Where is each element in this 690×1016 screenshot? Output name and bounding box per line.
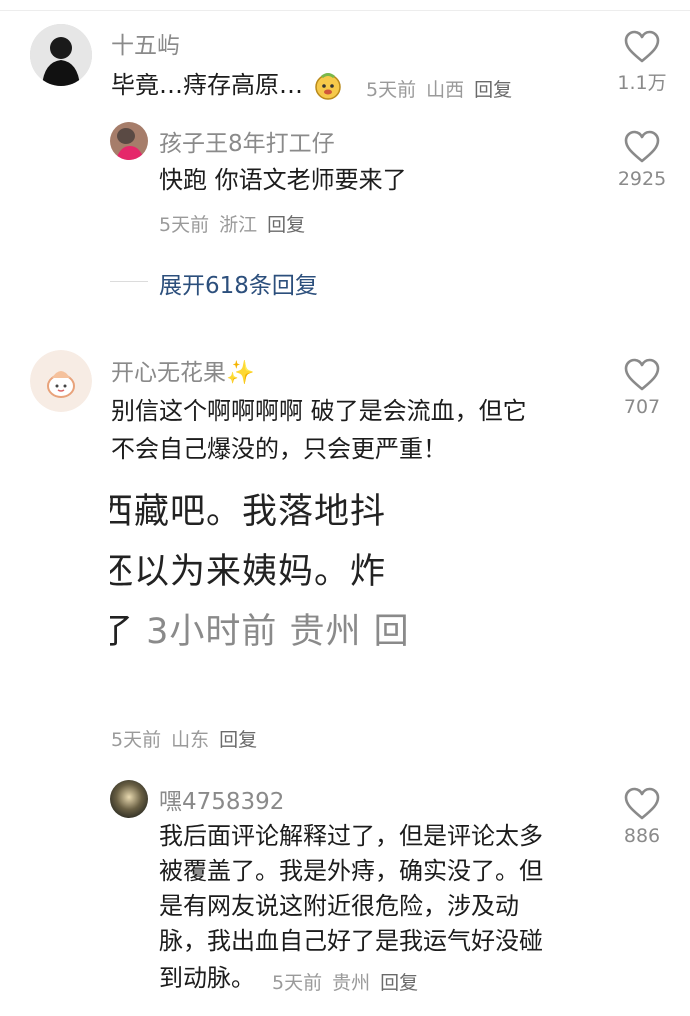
like-count: 707 bbox=[623, 396, 661, 418]
comment-text-line: 是有网友说这附近很危险，涉及动 bbox=[159, 892, 519, 920]
reply-button[interactable]: 回复 bbox=[380, 972, 418, 994]
heart-icon bbox=[624, 358, 660, 391]
comment-text: 毕竟…痔存高原… bbox=[111, 71, 303, 99]
heart-icon bbox=[624, 130, 660, 163]
comment-meta: 5天前 贵州 回复 bbox=[272, 968, 428, 995]
comment-image[interactable]: 西藏吧。我落地抖 还以为来姨妈。炸 了 3小时前 贵州 回 bbox=[110, 480, 416, 660]
image-meta-text: 3小时前 贵州 回 bbox=[146, 612, 410, 652]
comment-username[interactable]: 开心无花果✨ bbox=[111, 353, 255, 387]
avatar[interactable] bbox=[110, 122, 148, 160]
comment-username[interactable]: 孩子王8年打工仔 bbox=[159, 124, 335, 158]
comment-text-line: 到动脉。 bbox=[159, 964, 255, 992]
like-button[interactable]: 886 bbox=[607, 787, 677, 847]
comment-username[interactable]: 十五屿 bbox=[111, 26, 180, 60]
comment-time: 5天前 bbox=[159, 214, 210, 236]
top-divider bbox=[0, 0, 690, 11]
avatar[interactable] bbox=[30, 350, 92, 412]
like-count: 2925 bbox=[617, 168, 667, 190]
reply-button[interactable]: 回复 bbox=[267, 214, 305, 236]
comment-location: 山西 bbox=[426, 79, 465, 101]
like-count: 886 bbox=[623, 825, 661, 847]
like-count: 1.1万 bbox=[617, 72, 667, 94]
avatar[interactable] bbox=[110, 780, 148, 818]
image-text-line: 了 3小时前 贵州 回 bbox=[110, 612, 410, 652]
comment-time: 5天前 bbox=[366, 79, 417, 101]
comment-meta: 5天前 浙江 回复 bbox=[159, 210, 315, 237]
like-button[interactable]: 2925 bbox=[607, 130, 677, 190]
like-button[interactable]: 1.1万 bbox=[607, 30, 677, 95]
reply-button[interactable]: 回复 bbox=[219, 729, 257, 751]
heart-icon bbox=[624, 787, 660, 820]
face-emoji-icon bbox=[313, 71, 343, 101]
comment-meta: 5天前 山西 回复 bbox=[366, 75, 522, 102]
comment-username[interactable]: 嘿4758392 bbox=[159, 782, 284, 816]
image-text-line: 西藏吧。我落地抖 bbox=[110, 492, 387, 532]
comment-time: 5天前 bbox=[272, 972, 323, 994]
reply-button[interactable]: 回复 bbox=[474, 79, 512, 101]
expand-divider bbox=[110, 281, 148, 282]
comment-text-line: 不会自己爆没的，只会更严重！ bbox=[111, 435, 447, 463]
comment-text-line: 别信这个啊啊啊啊 破了是会流血，但它 bbox=[111, 397, 527, 425]
comment-location: 浙江 bbox=[219, 214, 258, 236]
comment-text-row: 毕竟…痔存高原… bbox=[111, 69, 343, 101]
comment-time: 5天前 bbox=[111, 729, 162, 751]
expand-replies-button[interactable]: 展开618条回复 bbox=[159, 266, 318, 300]
comment-location: 山东 bbox=[171, 729, 210, 751]
comment-text-line: 我后面评论解释过了，但是评论太多 bbox=[159, 822, 543, 850]
image-text-line: 还以为来姨妈。炸 bbox=[110, 552, 387, 592]
heart-icon bbox=[624, 30, 660, 63]
like-button[interactable]: 707 bbox=[607, 358, 677, 418]
comment-text-line: 被覆盖了。我是外痔，确实没了。但 bbox=[159, 857, 543, 885]
comment-text-line: 脉，我出血自己好了是我运气好没碰 bbox=[159, 927, 543, 955]
comment-meta: 5天前 山东 回复 bbox=[111, 725, 267, 752]
comment-location: 贵州 bbox=[332, 972, 371, 994]
avatar[interactable] bbox=[30, 24, 92, 86]
comment-text: 快跑 你语文老师要来了 bbox=[159, 166, 407, 194]
